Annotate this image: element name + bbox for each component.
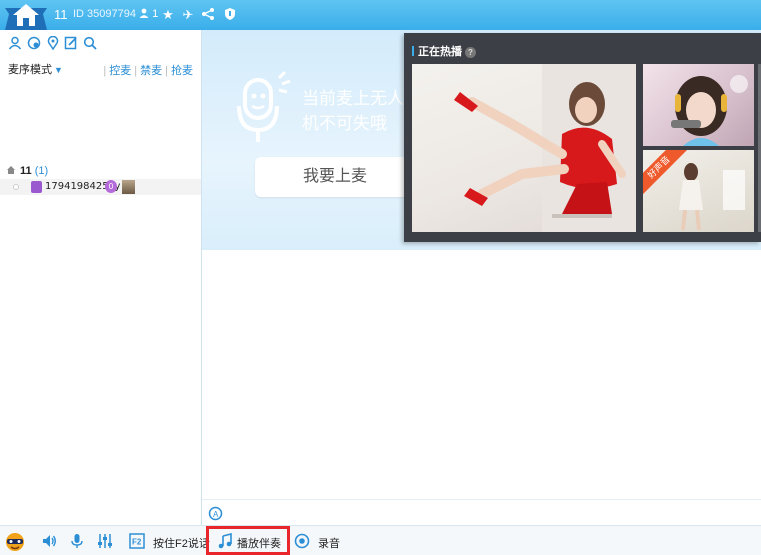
person-icon — [139, 8, 149, 18]
link-ban-mic[interactable]: 禁麦 — [140, 65, 162, 77]
microphone-icon — [237, 70, 291, 142]
hot-live-title: 正在热播? — [412, 43, 476, 59]
user-icon[interactable] — [8, 36, 22, 50]
shield-icon[interactable] — [222, 7, 238, 23]
user-list-item[interactable]: 1794198425yy 0 — [0, 179, 201, 195]
home-icon — [7, 166, 15, 174]
live-thumbnail-main[interactable] — [412, 64, 636, 232]
divider: | — [103, 65, 107, 77]
record-label[interactable]: 录音 — [318, 535, 340, 551]
apply-mic-button[interactable]: 我要上麦 — [255, 157, 415, 197]
online-count: 1 — [139, 8, 158, 20]
level-badge: 0 — [105, 180, 117, 193]
link-grab-mic[interactable]: 抢麦 — [171, 65, 193, 77]
avatar — [122, 180, 135, 194]
live-thumbnail-bottom-right[interactable]: 好声音 — [643, 150, 754, 232]
hot-live-title-text: 正在热播 — [418, 46, 462, 58]
channel-count: (1) — [34, 165, 49, 177]
home-logo-icon[interactable] — [3, 0, 49, 30]
chevron-down-icon: ▼ — [54, 65, 63, 75]
svg-text:A: A — [213, 510, 219, 519]
chat-bubble-icon[interactable] — [27, 36, 41, 50]
room-number: 11 — [54, 7, 68, 22]
star-icon[interactable]: ★ — [160, 7, 176, 23]
left-panel: 麦序模式 ▼ | 控麦 | 禁麦 | 抢麦 11 (1) 1794198425yy 0 — [0, 30, 202, 525]
microphone-icon[interactable] — [69, 533, 85, 549]
help-icon[interactable]: ? — [465, 47, 476, 58]
online-count-value: 1 — [152, 8, 159, 20]
plane-icon[interactable]: ✈ — [180, 7, 196, 23]
channel-header[interactable]: 11 (1) — [6, 165, 48, 177]
live-thumbnail-top-right[interactable] — [643, 64, 754, 146]
play-accompaniment-label[interactable]: 播放伴奏 — [237, 535, 281, 551]
share-icon[interactable] — [200, 7, 216, 23]
equalizer-icon[interactable] — [97, 533, 113, 549]
music-note-icon[interactable] — [217, 533, 233, 549]
mic-mode-label: 麦序模式 — [8, 64, 52, 76]
bottom-toolbar: F2 按住F2说话 播放伴奏 录音 — [0, 525, 761, 555]
f2-key-icon[interactable]: F2 — [129, 533, 145, 549]
chat-area[interactable] — [202, 250, 761, 499]
hot-live-popup: 正在热播? 好声音 — [404, 33, 761, 242]
svg-text:F2: F2 — [132, 538, 142, 547]
status-dot — [13, 184, 19, 190]
empty-mic-tip: 当前麦上无人 机不可失哦 — [302, 89, 404, 133]
divider: | — [165, 65, 168, 77]
speaker-icon[interactable] — [41, 533, 57, 549]
mascot-avatar-icon[interactable] — [4, 531, 26, 552]
mic-mode-dropdown[interactable]: 麦序模式 ▼ — [8, 61, 63, 77]
edit-icon[interactable] — [64, 36, 78, 50]
search-icon[interactable] — [83, 36, 97, 50]
push-to-talk-label[interactable]: 按住F2说话 — [153, 535, 210, 551]
mic-control-links: | 控麦 | 禁麦 | 抢麦 — [100, 62, 193, 78]
record-icon[interactable] — [294, 533, 310, 549]
title-bar: 11 ID 35097794 1 ★ ✈ — [0, 0, 761, 30]
divider: | — [134, 65, 138, 77]
vip-badge-icon — [31, 181, 42, 193]
performer-image — [454, 64, 636, 232]
performer-image — [671, 75, 748, 146]
location-pin-icon[interactable] — [46, 36, 60, 50]
room-id: ID 35097794 — [73, 8, 136, 20]
chat-input-bar[interactable]: A — [202, 499, 761, 525]
title-accent — [412, 46, 414, 56]
font-format-icon[interactable]: A — [208, 506, 223, 521]
channel-name: 11 — [20, 165, 32, 177]
link-control-mic[interactable]: 控麦 — [109, 65, 131, 77]
